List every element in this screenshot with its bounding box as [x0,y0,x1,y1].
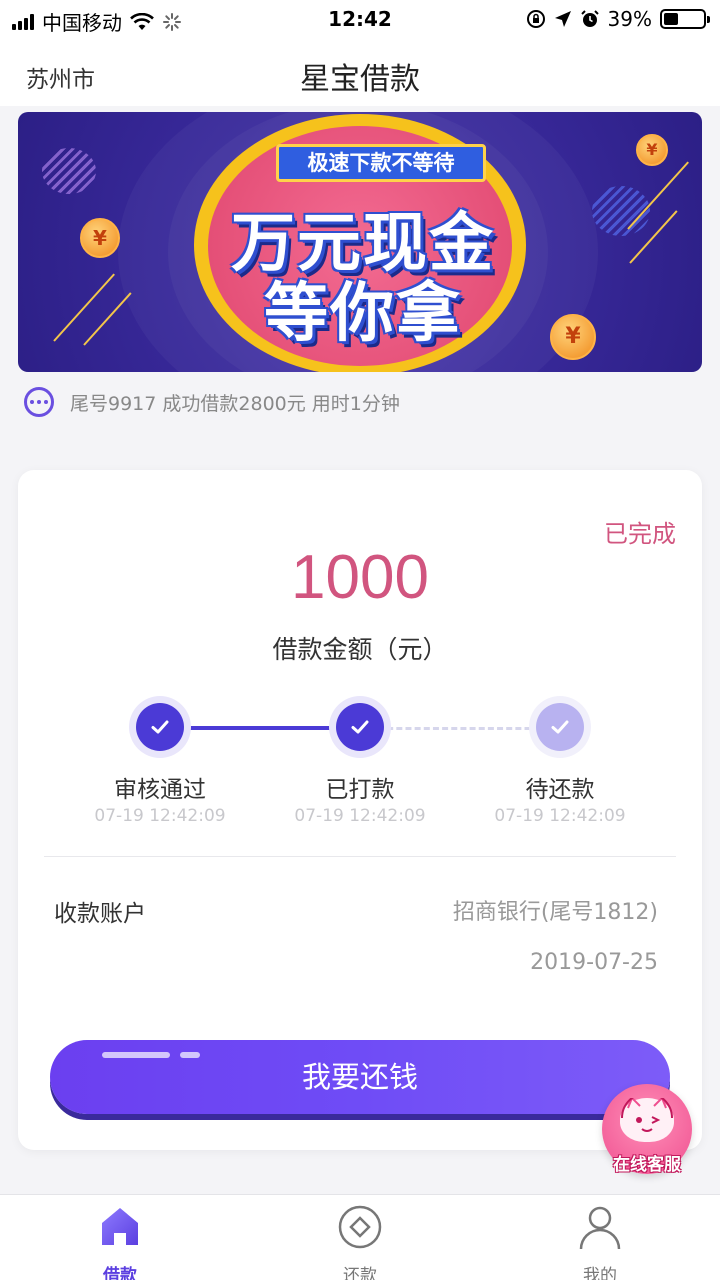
check-icon [551,720,569,734]
step-paid: 已打款 07-19 12:42:09 [260,696,460,826]
banner-tag: 极速下款不等待 [276,144,486,182]
notice-text: 尾号9917 成功借款2800元 用时1分钟 [70,392,400,415]
home-icon [102,1208,138,1245]
loan-card: 已完成 1000 借款金额（元） 审核通过 07-19 12:42:09 已打款… [18,470,702,1150]
check-icon [151,720,169,734]
message-icon [24,387,54,417]
divider [44,856,676,857]
due-date: 2019-07-25 [530,950,658,975]
customer-service-label: 在线客服 [613,1155,681,1175]
repay-icon [338,1205,382,1249]
step-reviewed: 审核通过 07-19 12:42:09 [60,696,260,826]
page-title: 星宝借款 [300,62,420,97]
profile-icon [579,1206,621,1250]
orientation-lock-icon [526,10,545,28]
battery-percent: 39% [607,7,652,31]
tab-borrow[interactable]: 借款 [60,1203,180,1280]
loan-amount: 1000 [291,543,429,612]
alarm-icon [580,10,599,27]
tab-mine[interactable]: 我的 [540,1203,660,1280]
check-icon [351,720,369,734]
promo-banner[interactable]: ¥ ¥ ¥ 极速下款不等待 万元现金 等你拿 [18,112,702,372]
status-bar: 中国移动 12:42 39% [0,0,720,40]
cat-mascot-icon [620,1092,674,1142]
account-value: 招商银行(尾号1812) [452,900,658,925]
account-label: 收款账户 [54,901,146,927]
location-icon [554,11,571,27]
repay-button-label: 我要还钱 [301,1060,418,1094]
tab-repay[interactable]: 还款 [300,1203,420,1280]
loan-progress: 审核通过 07-19 12:42:09 已打款 07-19 12:42:09 待… [18,696,702,826]
bottom-tab-bar: 借款 还款 我的 [0,1194,720,1280]
loan-notice: 尾号9917 成功借款2800元 用时1分钟 [24,386,400,418]
tab-label: 还款 [343,1266,377,1280]
coin-icon: ¥ [80,218,120,258]
coin-icon: ¥ [550,314,596,360]
step-name: 已打款 [325,777,395,803]
tab-label: 借款 [103,1266,137,1280]
step-time: 07-19 12:42:09 [94,806,226,826]
battery-icon [660,9,710,29]
step-name: 待还款 [525,777,595,803]
step-time: 07-19 12:42:09 [494,806,626,826]
repay-button[interactable]: 我要还钱 [50,1040,670,1114]
tab-label: 我的 [583,1266,617,1280]
customer-service-button[interactable]: 在线客服 [602,1084,692,1175]
loan-amount-label: 借款金额（元） [272,635,448,664]
coin-icon: ¥ [636,134,668,166]
step-awaiting-repayment: 待还款 07-19 12:42:09 [460,696,660,826]
banner-headline-2: 等你拿 [264,277,462,351]
step-time: 07-19 12:42:09 [294,806,426,826]
app-header: 苏州市 星宝借款 [0,40,720,106]
step-name: 审核通过 [114,777,206,803]
